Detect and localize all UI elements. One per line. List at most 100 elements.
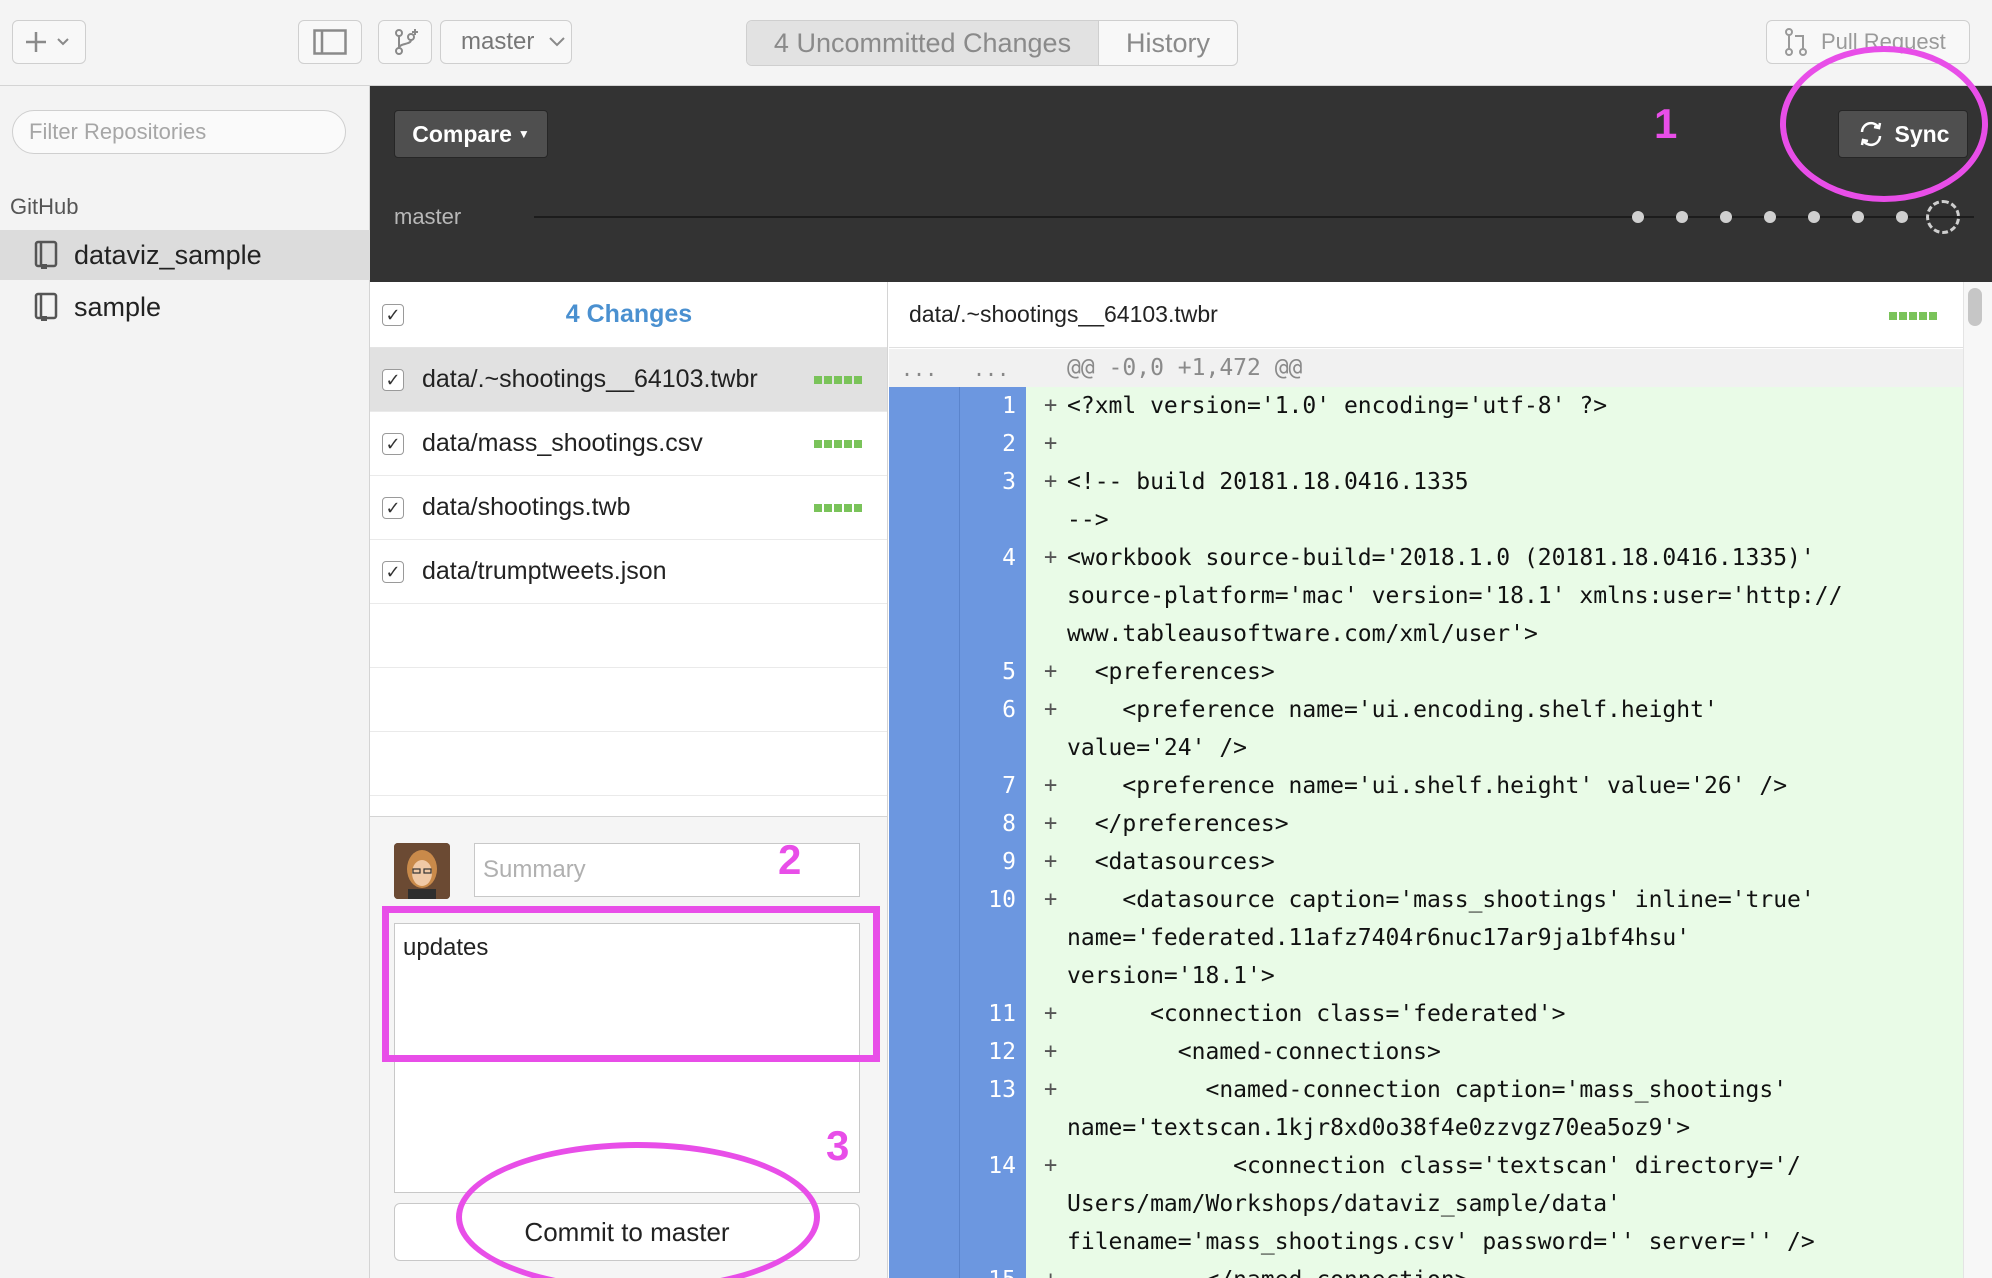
- list-item[interactable]: ✓ data/shootings.twb: [370, 476, 887, 540]
- select-all-checkbox[interactable]: ✓: [382, 303, 404, 326]
- diff-line: 15 + </named-connection>: [889, 1261, 1963, 1278]
- code-text: <datasources>: [1067, 849, 1275, 875]
- diff-line: 3 + <!-- build 20181.18.0416.1335: [889, 463, 1963, 501]
- diff-line: 2 +: [889, 425, 1963, 463]
- diff-view[interactable]: ... ... @@ -0,0 +1,472 @@ 1 + <?xml versio…: [889, 349, 1963, 1278]
- added-marker: +: [1044, 1039, 1058, 1064]
- commit-dot[interactable]: [1632, 211, 1644, 223]
- code-text: version='18.1'>: [1067, 963, 1275, 989]
- diff-line: name='federated.11afz7404r6nuc17ar9ja1bf…: [889, 919, 1963, 957]
- added-marker: +: [1044, 887, 1058, 912]
- code-text: <preference name='ui.shelf.height' value…: [1067, 773, 1788, 799]
- tab-uncommitted-changes[interactable]: 4 Uncommitted Changes: [747, 21, 1099, 65]
- filter-repositories-input[interactable]: [12, 110, 346, 154]
- list-item[interactable]: ✓ data/mass_shootings.csv: [370, 412, 887, 476]
- compare-label: Compare: [412, 120, 512, 147]
- file-checkbox[interactable]: ✓: [382, 368, 404, 391]
- line-number: 8: [1002, 811, 1016, 837]
- commit-dot[interactable]: [1720, 211, 1732, 223]
- toggle-sidebar-button[interactable]: [298, 20, 362, 64]
- repository-sidebar: GitHub dataviz_sample sample: [0, 86, 370, 1278]
- empty-row: [370, 604, 887, 668]
- hunk-dots-new: ...: [973, 357, 1010, 381]
- compare-button[interactable]: Compare ▼: [394, 110, 548, 158]
- sidebar-section-github: GitHub: [10, 194, 79, 219]
- code-text: value='24' />: [1067, 735, 1248, 761]
- line-number: 15: [960, 1267, 1016, 1278]
- scrollbar[interactable]: [1963, 282, 1992, 1278]
- code-text: </named-connection>: [1067, 1267, 1468, 1278]
- code-text: <connection class='federated'>: [1067, 1001, 1566, 1027]
- diff-line: 6 + <preference name='ui.encoding.shelf.h…: [889, 691, 1963, 729]
- code-text: Users/mam/Workshops/dataviz_sample/data': [1067, 1191, 1621, 1217]
- commit-dot[interactable]: [1676, 211, 1688, 223]
- line-number: 4: [1002, 545, 1016, 571]
- file-checkbox[interactable]: ✓: [382, 496, 404, 519]
- list-item[interactable]: ✓ data/trumptweets.json: [370, 540, 887, 604]
- commit-dot[interactable]: [1764, 211, 1776, 223]
- code-text: name='textscan.1kjr8xd0o38f4e0zzvgz70ea5…: [1067, 1115, 1691, 1141]
- line-number: 10: [988, 887, 1016, 913]
- diff-line: 14 + <connection class='textscan' directo…: [889, 1147, 1963, 1185]
- line-number: 12: [988, 1039, 1016, 1065]
- repo-icon: [34, 292, 58, 321]
- diff-line: 9 + <datasources>: [889, 843, 1963, 881]
- added-marker: +: [1044, 811, 1058, 836]
- diff-line: version='18.1'>: [889, 957, 1963, 995]
- annotation-number-3: 3: [826, 1122, 850, 1169]
- added-marker: +: [1044, 1077, 1058, 1102]
- commit-timeline[interactable]: [534, 216, 1974, 218]
- changes-count: 4 Changes: [565, 300, 693, 328]
- diff-line: 7 + <preference name='ui.shelf.height' va…: [889, 767, 1963, 805]
- diff-line: source-platform='mac' version='18.1' xml…: [889, 577, 1963, 615]
- commit-dot[interactable]: [1852, 211, 1864, 223]
- code-text: <!-- build 20181.18.0416.1335: [1067, 469, 1469, 495]
- line-number: 11: [988, 1001, 1016, 1027]
- view-switcher: 4 Uncommitted Changes History: [746, 20, 1238, 66]
- scrollbar-thumb[interactable]: [1968, 288, 1982, 326]
- diff-line: 13 + <named-connection caption='mass_shoo…: [889, 1071, 1963, 1109]
- repo-name: dataviz_sample: [74, 239, 262, 270]
- list-item[interactable]: ✓ data/.~shootings__64103.twbr: [370, 348, 887, 412]
- diff-line: name='textscan.1kjr8xd0o38f4e0zzvgz70ea5…: [889, 1109, 1963, 1147]
- code-text: <?xml version='1.0' encoding='utf-8' ?>: [1067, 393, 1608, 419]
- new-branch-button[interactable]: [378, 20, 432, 64]
- line-number: 13: [988, 1077, 1016, 1103]
- add-menu-button[interactable]: [12, 20, 86, 64]
- commit-dot[interactable]: [1896, 211, 1908, 223]
- diff-line: 11 + <connection class='federated'>: [889, 995, 1963, 1033]
- line-number: 2: [1002, 431, 1016, 457]
- commit-dot[interactable]: [1808, 211, 1820, 223]
- added-marker: +: [1044, 773, 1058, 798]
- diff-line: Users/mam/Workshops/dataviz_sample/data': [889, 1185, 1963, 1223]
- summary-input[interactable]: [474, 843, 860, 897]
- change-bars: [1889, 312, 1937, 320]
- line-number: 9: [1002, 849, 1016, 875]
- tab-history[interactable]: History: [1099, 21, 1237, 65]
- file-checkbox[interactable]: ✓: [382, 432, 404, 455]
- uncommitted-node: [1926, 200, 1960, 234]
- code-text: www.tableausoftware.com/xml/user'>: [1067, 621, 1538, 647]
- branch-icon: [395, 29, 418, 55]
- sidebar-item-dataviz-sample[interactable]: dataviz_sample: [0, 230, 370, 280]
- code-text: <preference name='ui.encoding.shelf.heig…: [1067, 697, 1718, 723]
- code-text: <workbook source-build='2018.1.0 (20181.…: [1067, 545, 1815, 571]
- annotation-circle-sync: [1780, 46, 1988, 202]
- code-text: source-platform='mac' version='18.1' xml…: [1067, 583, 1843, 609]
- caret-down-icon: ▼: [517, 127, 530, 141]
- empty-row: [370, 668, 887, 732]
- line-number: 5: [1002, 659, 1016, 685]
- branch-select[interactable]: master: [440, 20, 572, 64]
- pull-request-icon: [1785, 28, 1807, 56]
- file-name: data/trumptweets.json: [422, 557, 667, 585]
- changes-header: 4 Changes ✓: [370, 282, 887, 348]
- diff-line: -->: [889, 501, 1963, 539]
- annotation-box-description: [382, 906, 880, 1062]
- line-number: 1: [1002, 393, 1016, 419]
- code-text: </preferences>: [1067, 811, 1289, 837]
- added-marker: +: [1044, 1001, 1058, 1026]
- sidebar-item-sample[interactable]: sample: [0, 282, 370, 332]
- hunk-header: ... ... @@ -0,0 +1,472 @@: [889, 349, 1963, 387]
- code-text: name='federated.11afz7404r6nuc17ar9ja1bf…: [1067, 925, 1691, 951]
- file-checkbox[interactable]: ✓: [382, 560, 404, 583]
